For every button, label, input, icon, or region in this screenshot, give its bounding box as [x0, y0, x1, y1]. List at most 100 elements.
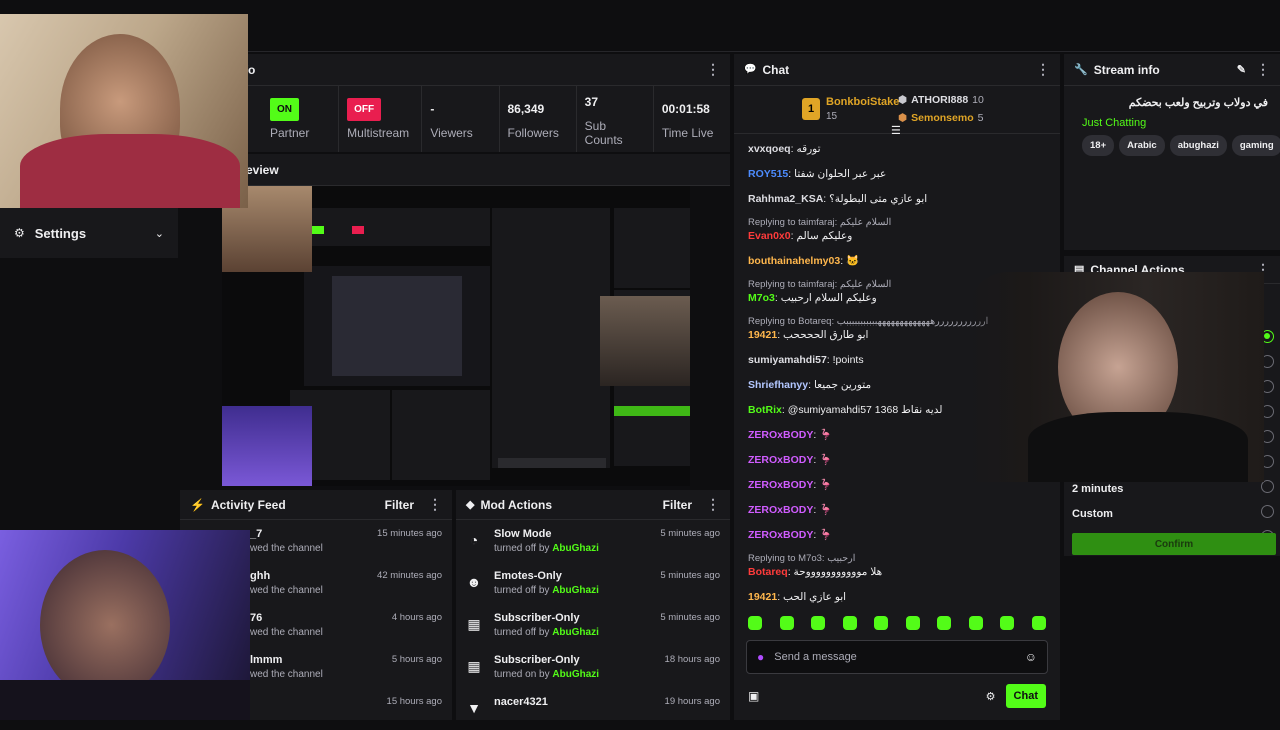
chat-username[interactable]: Shriefhanyy [748, 379, 808, 391]
more-icon[interactable]: ⋮ [1256, 61, 1270, 78]
radio-option[interactable] [1261, 505, 1274, 518]
chat-username[interactable]: Rahhma2_KSA [748, 193, 823, 205]
chat-username[interactable]: ZEROxBODY [748, 454, 813, 466]
chat-message[interactable]: ZEROxBODY: 🦩 [734, 503, 1060, 517]
activity-time: 5 hours ago [391, 654, 442, 665]
slow-mode-icon: ◔ [469, 532, 479, 548]
stream-preview[interactable] [222, 186, 690, 486]
chat-text: 🦩 [819, 504, 833, 516]
more-icon[interactable]: ⋮ [706, 496, 720, 513]
mod-action-by[interactable]: AbuGhazi [552, 585, 599, 596]
chat-username[interactable]: sumiyamahdi57 [748, 354, 827, 366]
emote-icon[interactable] [968, 616, 983, 630]
emote-icon[interactable] [1000, 616, 1015, 630]
emoji-icon[interactable]: ☺ [1025, 650, 1037, 664]
gift-icon[interactable]: ▣ [748, 689, 759, 703]
chat-username[interactable]: bouthainahelmy03 [748, 255, 840, 267]
mod-action-verb: turned on by [494, 669, 550, 680]
chat-username[interactable]: Botareq [748, 566, 788, 578]
mod-action-by[interactable]: AbuGhazi [552, 543, 599, 554]
mod-action-name: Subscriber-Only [494, 654, 580, 666]
chat-username[interactable]: ROY515 [748, 168, 788, 180]
mod-action-time: 5 minutes ago [660, 612, 720, 623]
mod-title: Mod Actions [480, 497, 553, 512]
multistream-badge[interactable]: OFF [347, 97, 382, 121]
chat-text: 🦩 [819, 454, 833, 466]
chat-username[interactable]: ZEROxBODY [748, 504, 813, 516]
chat-text: ابو طارق الححححب [783, 329, 869, 341]
chat-message[interactable]: Rahhma2_KSA: ابو عازي متى البطولة؟ [734, 192, 1060, 206]
chat-username[interactable]: xvxqoeq [748, 143, 791, 155]
chat-send-button[interactable]: Chat [1005, 684, 1046, 708]
more-icon[interactable]: ⋮ [1036, 61, 1050, 78]
emote-icon[interactable] [842, 616, 857, 630]
emote-icon[interactable] [748, 616, 762, 630]
mod-action-row[interactable]: ▼ nacer4321 19 hours ago [456, 688, 730, 730]
stream-info-title: Stream info [1093, 62, 1160, 77]
emote-icon: ☻ [466, 574, 482, 590]
edit-icon[interactable]: ✎ [1237, 63, 1246, 76]
emote-icon[interactable] [1031, 616, 1046, 630]
stream-tag[interactable]: gaming [1231, 135, 1280, 156]
emote-icon[interactable] [874, 616, 889, 630]
chat-message[interactable]: Replying to taimfaraj: السلام عليكم Evan0… [734, 217, 1060, 243]
activity-filter-button[interactable]: Filter [385, 498, 414, 512]
mod-action-row[interactable]: ▦ Subscriber-Only turned off by AbuGhazi 5 … [456, 604, 730, 646]
chat-username[interactable]: 19421 [748, 591, 777, 603]
chat-text: !points [832, 354, 864, 366]
mod-filter-button[interactable]: Filter [663, 498, 692, 512]
category-link[interactable]: Just Chatting [1082, 117, 1280, 129]
chat-message[interactable]: ZEROxBODY: 🦩 [734, 528, 1060, 542]
chat-username[interactable]: BotRix [748, 404, 782, 416]
mod-action-row[interactable]: ▦ Subscriber-Only turned on by AbuGhazi 18 … [456, 646, 730, 688]
chat-username[interactable]: ZEROxBODY [748, 429, 813, 441]
chat-message[interactable]: ROY515: عبر عبر الحلوان شفتا [734, 167, 1060, 181]
settings-row[interactable]: ⚙ Settings ⌄ [0, 208, 178, 258]
multistream-label: Multistream [347, 126, 410, 140]
mod-action-name: Emotes-Only [494, 570, 562, 582]
emote-icon[interactable] [811, 616, 826, 630]
more-icon[interactable]: ⋮ [428, 496, 442, 513]
chat-text: 🦩 [819, 479, 833, 491]
option-custom[interactable]: Custom [1072, 508, 1113, 520]
chat-username[interactable]: 19421 [748, 329, 777, 341]
mod-action-by[interactable]: AbuGhazi [552, 669, 599, 680]
leader-1[interactable]: 1 BonkboiStake 15 [802, 96, 899, 122]
collapse-icon[interactable]: ☰ [891, 124, 901, 137]
chat-username[interactable]: Evan0x0 [748, 230, 791, 242]
stream-tag[interactable]: 18+ [1082, 135, 1115, 156]
chat-message[interactable]: bouthainahelmy03: 🐱 [734, 254, 1060, 268]
activity-time: 15 hours ago [386, 696, 442, 707]
mod-action-row[interactable]: ◔ Slow Mode turned off by AbuGhazi 5 minute… [456, 520, 730, 562]
partner-badge[interactable]: ON [270, 97, 299, 121]
stream-tag[interactable]: abughazi [1169, 135, 1227, 156]
emote-icon[interactable] [937, 616, 952, 630]
chat-message[interactable]: Replying to M7o3: ارحبيب Botareq: هلا موو… [734, 553, 1060, 579]
chevron-down-icon[interactable]: ⌄ [155, 227, 164, 240]
confirm-button[interactable]: Confirm [1072, 533, 1276, 555]
chat-username[interactable]: ZEROxBODY [748, 479, 813, 491]
more-icon[interactable]: ⋮ [706, 61, 720, 78]
rank-3-icon: ⬢ [898, 112, 908, 124]
chat-message[interactable]: xvxqoeq: تورقه [734, 142, 1060, 156]
stream-tag[interactable]: Arabic [1119, 135, 1165, 156]
chat-text: 🦩 [819, 429, 833, 441]
emote-icon[interactable] [779, 616, 794, 630]
leader-3[interactable]: ⬢ Semonsemo 5 [898, 112, 983, 124]
chat-username[interactable]: M7o3 [748, 292, 775, 304]
mod-action-time: 18 hours ago [664, 654, 720, 665]
chat-message[interactable]: 19421: ابو عازي الحب [734, 590, 1060, 604]
partner-stat: ON Partner Income [262, 86, 340, 152]
emote-icon[interactable] [905, 616, 920, 630]
chat-username[interactable]: ZEROxBODY [748, 529, 813, 541]
mic-icon[interactable]: ● [757, 650, 764, 664]
mod-action-by[interactable]: AbuGhazi [552, 627, 599, 638]
mod-action-row[interactable]: ☻ Emotes-Only turned off by AbuGhazi 5 minu… [456, 562, 730, 604]
chat-input[interactable]: ● Send a message ☺ [746, 640, 1048, 674]
rank-badge: 1 [802, 98, 820, 120]
activity-time: 4 hours ago [391, 612, 442, 623]
option-2-minutes[interactable]: 2 minutes [1072, 483, 1123, 495]
mod-action-time: 19 hours ago [664, 696, 720, 707]
leader-2[interactable]: ⬢ ATHORI888 10 [898, 94, 984, 106]
gear-icon[interactable]: ⚙ [986, 690, 996, 703]
